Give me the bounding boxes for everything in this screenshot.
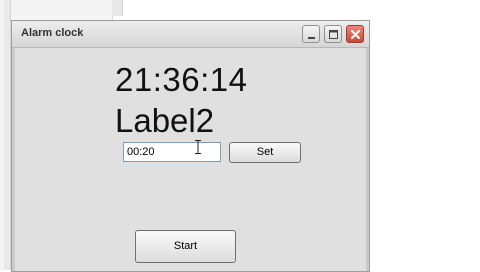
- title-bar[interactable]: Alarm clock: [12, 21, 369, 48]
- close-icon: [351, 30, 360, 39]
- minimize-icon: [308, 37, 315, 39]
- alarm-time-input[interactable]: [123, 142, 221, 162]
- text-cursor-icon: [195, 140, 201, 154]
- maximize-icon: [329, 30, 338, 39]
- desktop-scroll-edge: [4, 0, 11, 270]
- window-client-area: 21:36:14 Label2 Set Start: [15, 48, 366, 271]
- minimize-button[interactable]: [302, 25, 320, 43]
- maximize-button[interactable]: [324, 25, 342, 43]
- close-button[interactable]: [346, 25, 364, 43]
- window-title: Alarm clock: [21, 27, 84, 39]
- desktop-background-edge: [112, 0, 123, 16]
- label2: Label2: [115, 102, 215, 139]
- start-button[interactable]: Start: [135, 230, 236, 263]
- current-time-label: 21:36:14: [115, 61, 248, 98]
- set-button[interactable]: Set: [229, 142, 301, 163]
- alarm-clock-window: Alarm clock 21:36:14 Label2 Set Start: [11, 20, 370, 272]
